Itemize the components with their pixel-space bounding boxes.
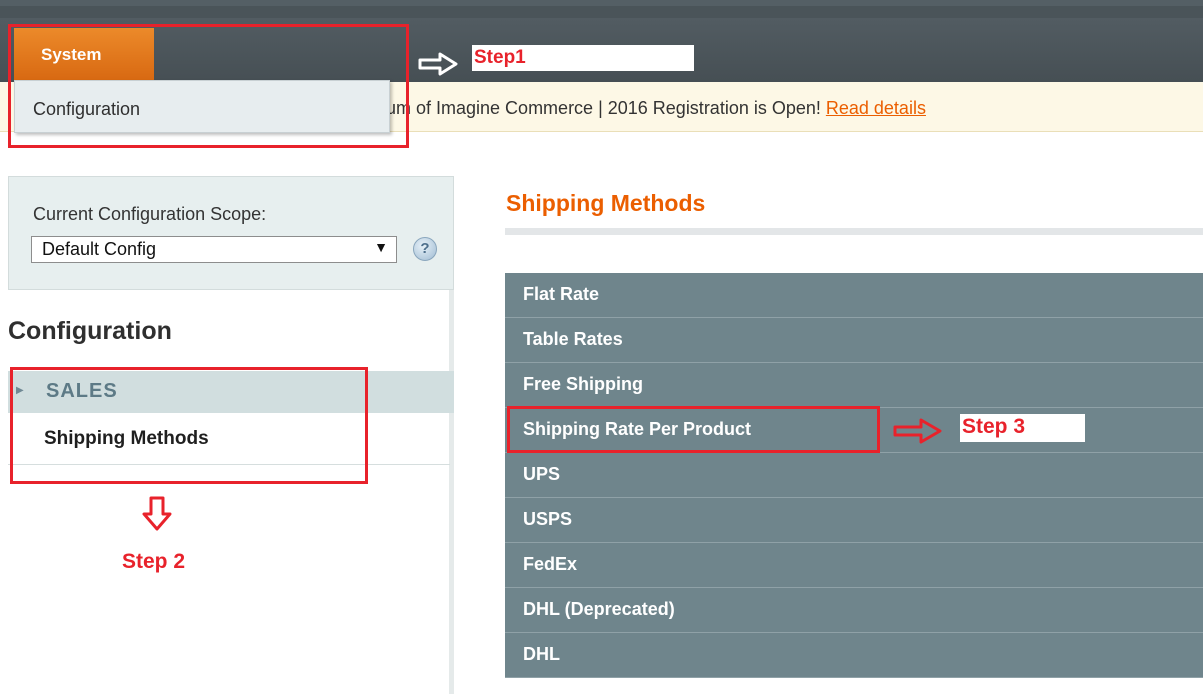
annotation-step2-label: Step 2: [122, 550, 186, 574]
section-dhl[interactable]: DHL: [505, 633, 1203, 678]
annotation-arrow-step1-icon: [418, 52, 458, 76]
annotation-box-step2: [10, 367, 368, 484]
select-caret-icon: ▼: [374, 239, 388, 255]
annotation-step3-label: Step 3: [960, 414, 1085, 442]
magento-admin-page: System um of Imagine Commerce | 2016 Reg…: [0, 0, 1203, 694]
configuration-scope-box: Current Configuration Scope: Default Con…: [8, 176, 454, 290]
title-rule: [505, 228, 1203, 235]
section-dhl-deprecated[interactable]: DHL (Deprecated): [505, 588, 1203, 633]
scope-select[interactable]: Default Config ▼: [31, 236, 397, 263]
section-free-shipping[interactable]: Free Shipping: [505, 363, 1203, 408]
section-table-rates[interactable]: Table Rates: [505, 318, 1203, 363]
section-flat-rate[interactable]: Flat Rate: [505, 273, 1203, 318]
annotation-box-step1: [8, 24, 409, 148]
scope-select-value: Default Config: [42, 239, 157, 259]
annotation-box-step3: [507, 406, 880, 453]
shipping-sections-list: Flat Rate Table Rates Free Shipping Ship…: [505, 273, 1203, 678]
section-usps[interactable]: USPS: [505, 498, 1203, 543]
page-title: Shipping Methods: [506, 190, 706, 216]
scope-label: Current Configuration Scope:: [33, 204, 267, 224]
read-details-link[interactable]: Read details: [826, 98, 926, 118]
notice-text: um of Imagine Commerce | 2016 Registrati…: [386, 98, 826, 118]
annotation-arrow-step2-icon: [142, 496, 172, 531]
sidebar-divider: [449, 290, 454, 694]
section-ups[interactable]: UPS: [505, 453, 1203, 498]
annotation-step1-label: Step1: [472, 45, 694, 71]
annotation-arrow-step3-icon: [893, 418, 942, 444]
help-icon[interactable]: ?: [413, 237, 437, 261]
configuration-heading: Configuration: [8, 317, 172, 345]
section-fedex[interactable]: FedEx: [505, 543, 1203, 588]
